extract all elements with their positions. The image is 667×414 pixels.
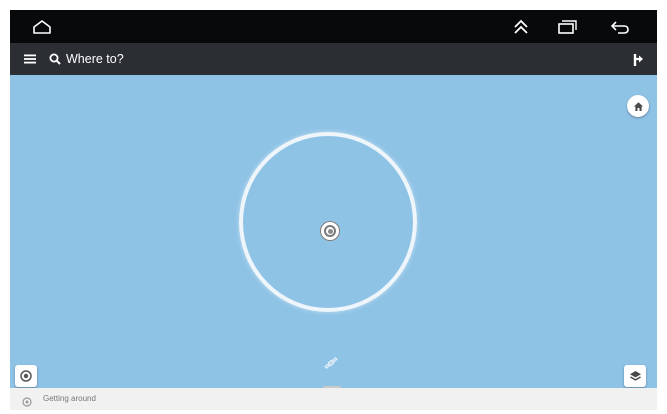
back-arrow-icon[interactable]: [600, 10, 640, 43]
current-location-marker: [320, 221, 340, 241]
search-bar[interactable]: Where to?: [10, 43, 657, 75]
bottom-sheet[interactable]: Getting around: [10, 386, 657, 410]
layers-icon[interactable]: [624, 365, 646, 387]
my-location-icon[interactable]: [15, 365, 37, 387]
compass-icon: [22, 394, 32, 410]
satellite-icon: [323, 355, 339, 376]
search-input[interactable]: Where to?: [66, 43, 124, 75]
hamburger-menu-icon[interactable]: [22, 43, 38, 75]
device-screen: Where to? Getting around: [10, 10, 657, 410]
home-outline-icon[interactable]: [22, 10, 62, 43]
search-icon[interactable]: [48, 43, 62, 75]
recent-apps-icon[interactable]: [547, 10, 587, 43]
map-view[interactable]: [10, 75, 657, 388]
bottom-sheet-label: Getting around: [43, 394, 96, 403]
chevron-double-up-icon[interactable]: [501, 10, 541, 43]
device-frame: Where to? Getting around: [0, 0, 667, 414]
bottom-sheet-handle[interactable]: [323, 386, 341, 388]
system-navigation-bar: [10, 10, 657, 43]
home-icon[interactable]: [627, 95, 649, 117]
directions-icon[interactable]: [630, 43, 646, 75]
